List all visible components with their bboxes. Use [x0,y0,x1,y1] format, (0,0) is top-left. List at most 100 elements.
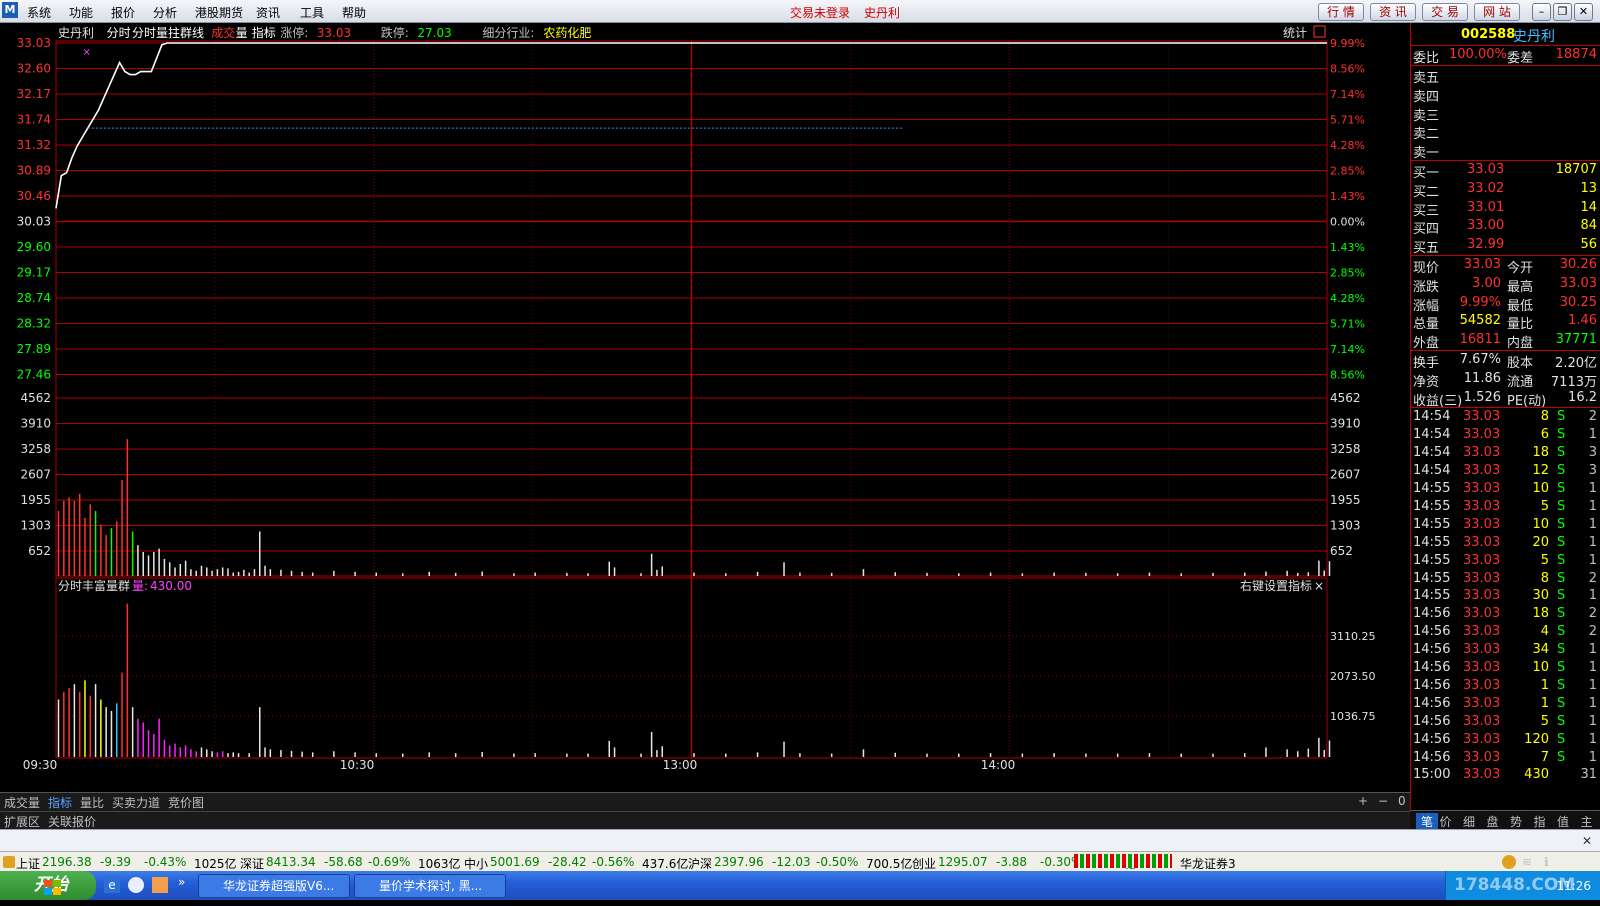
minimize-icon[interactable]: – [1532,3,1551,21]
tick-side: S [1557,624,1566,640]
fundamental-label: 净资 [1413,374,1440,390]
tray-lock-icon[interactable] [1502,855,1516,869]
nav-button-news[interactable]: 资 讯 [1370,3,1416,21]
tick-side: S [1557,731,1566,747]
quote-row: 卖三 [1411,104,1600,124]
pct-tick-label: 5.71% [1330,318,1365,331]
header-stat: 统计 [1283,26,1307,40]
tab-volume-ratio[interactable]: 量比 [80,794,104,811]
restore-icon[interactable]: ❐ [1553,3,1572,21]
ie-quicklaunch-icon[interactable]: e [104,877,120,893]
tab-indicator[interactable]: 指标 [48,794,72,811]
zoom-in-button[interactable]: + [1358,794,1368,808]
menu-item-analysis[interactable]: 分析 [153,4,177,21]
intraday-chart[interactable]: 史丹利 分时 分时量拄群线 成交量指标 涨停: 33.03 跌停: 27.03 细分行业: 农药化… [0,23,1410,793]
time-tick-label: 09:30 [23,758,58,772]
volume-tick-label-right: 3910 [1330,417,1361,431]
quote-label-2: 最低 [1507,298,1534,314]
panel-side-tab[interactable]: 盘 [1487,813,1499,830]
nav-button-trade[interactable]: 交 易 [1422,3,1468,21]
tick-side: S [1557,516,1566,532]
tick-side: S [1557,463,1566,479]
tick-row: 14:54 33.03 8 S 2 [1411,408,1600,426]
tab-auction-chart[interactable]: 竞价图 [168,794,204,811]
task-huolong[interactable]: 华龙证券超强版V6... [198,874,350,898]
header-industry-label: 细分行业: [482,26,534,40]
scroll-strip[interactable]: ✕ [0,829,1600,852]
buy-level-price: 33.02 [1467,180,1505,196]
panel-side-tab[interactable]: 势 [1510,813,1522,830]
quicklaunch-more-icon[interactable]: » [178,875,185,889]
app-quicklaunch-icon[interactable] [152,877,168,893]
ticker-menu-icon[interactable] [3,856,15,868]
tick-side: S [1557,695,1566,711]
tick-time: 14:56 [1413,642,1451,658]
tab-volume[interactable]: 成交量 [4,794,40,811]
tick-row: 14:55 33.03 10 S 1 [1411,516,1600,534]
tab-related-quotes[interactable]: 关联报价 [48,813,96,830]
price-tick-label: 29.60 [17,240,51,254]
menu-item-system[interactable]: 系统 [27,4,51,21]
menu-item-news[interactable]: 资讯 [256,4,280,21]
panel-side-tab[interactable]: 主 [1581,813,1593,830]
trade-login-status[interactable]: 交易未登录 [790,4,850,21]
current-stock-title: 史丹利 [864,6,901,20]
tray-info-icon[interactable]: ℹ [1544,855,1558,869]
volume-tick-label-right: 1955 [1330,493,1361,507]
start-button[interactable]: 开始 [0,871,96,900]
price-tick-label: 30.03 [17,215,51,229]
tick-price: 33.03 [1463,498,1501,514]
sell-level-label: 卖二 [1413,127,1440,143]
quote-label-2: 内盘 [1507,336,1534,352]
panel-side-tab[interactable]: 价 [1440,813,1452,830]
header-industry-value: 农药化肥 [543,26,591,40]
pct-tick-label: 0.00% [1330,216,1365,229]
tick-time: 14:56 [1413,606,1451,622]
task-discussion[interactable]: 量价学术探讨, 黑... [354,874,506,898]
tick-price: 33.03 [1463,749,1501,765]
tick-price: 33.03 [1463,767,1501,783]
strip-close-icon[interactable]: ✕ [1580,834,1594,848]
tick-volume: 18 [1532,445,1549,461]
panel-toggle-icon [1313,25,1326,38]
tab-buy-sell-power[interactable]: 买卖力道 [112,794,160,811]
zoom-reset-button[interactable]: 0 [1398,794,1406,808]
buy-level-label: 买五 [1413,241,1440,257]
panel-side-tab[interactable]: 笔 [1416,813,1439,830]
tick-price: 33.03 [1463,606,1501,622]
buy-level-price: 33.01 [1467,199,1505,215]
tick-price: 33.03 [1463,427,1501,443]
tray-signal-icon[interactable]: ≋ [1522,855,1536,869]
price-tick-label: 29.17 [17,266,51,280]
tick-time: 14:56 [1413,749,1451,765]
chart-area[interactable]: 史丹利 分时 分时量拄群线 成交量指标 涨停: 33.03 跌停: 27.03 细分行业: 农药化… [0,23,1410,813]
tick-row: 14:56 33.03 34 S 1 [1411,641,1600,659]
menu-item-tools[interactable]: 工具 [300,4,324,21]
panel-side-tab[interactable]: 细 [1463,813,1475,830]
tab-extension-area[interactable]: 扩展区 [4,813,40,830]
tick-price: 33.03 [1463,570,1501,586]
tick-volume: 1 [1540,677,1549,693]
menu-item-function[interactable]: 功能 [69,4,93,21]
tick-time: 14:56 [1413,731,1451,747]
quote-row: 收益(三) 1.526 PE(动) 16.2 [1411,389,1600,409]
panel-side-tab[interactable]: 值 [1557,813,1569,830]
tick-volume: 10 [1532,481,1549,496]
panel-side-tab[interactable]: 指 [1534,813,1546,830]
quote-label: 涨跌 [1413,279,1440,295]
tick-volume: 20 [1532,534,1549,550]
fundamental-value-2: 7113万 [1550,374,1597,390]
close-icon[interactable]: ✕ [1574,3,1593,21]
zoom-out-button[interactable]: − [1378,794,1388,808]
nav-button-website[interactable]: 网 站 [1474,3,1520,21]
quote-value-2: 1.46 [1568,313,1597,329]
menu-item-help[interactable]: 帮助 [342,4,366,21]
buy-level-volume: 56 [1580,237,1597,253]
browser-quicklaunch-icon[interactable] [128,877,144,893]
price-tick-label: 28.32 [17,317,51,331]
menu-item-quote[interactable]: 报价 [111,4,135,21]
lower-panel-close-icon: × [1314,579,1324,593]
nav-button-market[interactable]: 行 情 [1318,3,1364,21]
menu-item-hk-futures[interactable]: 港股期货 [195,4,243,21]
extension-tab-bar: 扩展区 关联报价 [0,811,1410,830]
